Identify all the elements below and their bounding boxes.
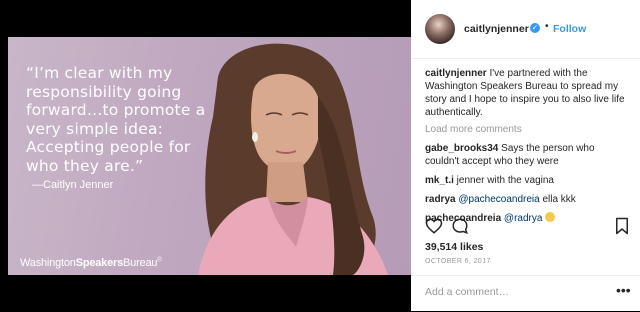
comment-username[interactable]: radrya (425, 194, 456, 205)
likes-count[interactable]: 39,514 likes (425, 241, 483, 253)
comment-text: ella kkk (539, 194, 576, 205)
caption: caitlynjenner I've partnered with the Wa… (425, 67, 631, 119)
comment-username[interactable]: gabe_brooks34 (425, 143, 498, 154)
add-comment-input[interactable] (425, 284, 595, 300)
comment-text: jenner with the vagina (453, 175, 554, 186)
username-link[interactable]: caitlynjenner (464, 23, 529, 35)
verified-badge-icon: ✓ (530, 23, 540, 33)
separator-dot: • (545, 21, 549, 32)
action-bar (425, 217, 631, 235)
bookmark-icon[interactable] (613, 217, 631, 235)
avatar[interactable] (425, 14, 455, 44)
add-comment-bar: ••• (411, 275, 640, 312)
registered-mark: ® (157, 257, 162, 264)
post-date: OCTOBER 6, 2017 (425, 258, 491, 265)
follow-button[interactable]: Follow (553, 23, 586, 35)
list-item: mk_t.i jenner with the vagina (425, 174, 631, 187)
comment-bubble-icon[interactable] (451, 217, 469, 235)
list-item: radrya @pachecoandreia ella kkk (425, 193, 631, 206)
post-header: caitlynjenner ✓ • Follow (411, 0, 640, 59)
quote-author: —Caitlyn Jenner (32, 179, 114, 191)
brand-text-1: Washington (20, 257, 76, 269)
comment-mention[interactable]: @pachecoandreia (456, 194, 539, 205)
post-image[interactable]: “I’m clear with my responsibility going … (8, 37, 411, 275)
brand-logo: WashingtonSpeakersBureau® (20, 257, 162, 269)
brand-text-2: Bureau (123, 257, 158, 269)
instagram-post-modal: “I’m clear with my responsibility going … (0, 0, 640, 311)
heart-icon[interactable] (425, 217, 443, 235)
list-item: gabe_brooks34 Says the person who couldn… (425, 142, 631, 168)
more-options-icon[interactable]: ••• (616, 282, 631, 298)
comments-list: caitlynjenner I've partnered with the Wa… (425, 67, 631, 225)
post-side-panel: caitlynjenner ✓ • Follow caitlynjenner I… (411, 0, 640, 311)
caption-username[interactable]: caitlynjenner (425, 68, 487, 79)
load-more-comments-button[interactable]: Load more comments (425, 123, 631, 136)
brand-text-bold: Speakers (75, 257, 124, 269)
comment-username[interactable]: mk_t.i (425, 175, 454, 186)
quote-text: “I’m clear with my responsibility going … (26, 64, 206, 175)
